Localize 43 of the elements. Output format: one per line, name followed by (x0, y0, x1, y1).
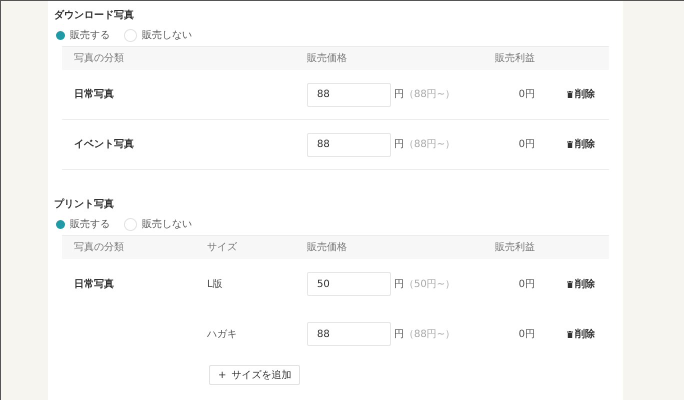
minimum-price-hint: （50円~） (404, 278, 456, 292)
price-field[interactable]: 88 (307, 322, 391, 346)
trash-icon (567, 91, 573, 98)
profit-value: 0円 (518, 328, 535, 342)
price-field[interactable]: 88 (307, 132, 391, 156)
delete-button[interactable]: 削除 (567, 276, 595, 292)
add-size-button[interactable]: + サイズを追加 (209, 365, 300, 385)
section-title: ダウンロード写真 (53, 8, 135, 23)
trash-icon (567, 280, 573, 288)
minimum-price-hint: （88円~） (404, 138, 456, 152)
column-header: 販売利益 (494, 240, 535, 255)
radio-option[interactable]: 販売する (56, 216, 110, 232)
delete-button[interactable]: 削除 (567, 137, 595, 152)
price-field[interactable]: 88 (307, 82, 391, 106)
radio-option[interactable]: 販売しない (124, 216, 192, 232)
profit-value: 0円 (518, 88, 535, 102)
unit-label: 円 (394, 138, 404, 152)
delete-button[interactable]: 削除 (567, 87, 595, 102)
profit-value: 0円 (518, 138, 535, 152)
price-field[interactable]: 50 (307, 272, 391, 296)
size-name: L版 (207, 278, 224, 292)
size-name: ハガキ (207, 328, 238, 342)
profit-value: 0円 (518, 278, 535, 292)
minimum-price-hint: （88円~） (404, 328, 456, 342)
column-header: 写真の分類 (74, 52, 125, 66)
section-title: プリント写真 (53, 197, 115, 212)
column-header: 販売利益 (494, 52, 535, 66)
unit-label: 円 (394, 88, 404, 102)
unit-label: 円 (394, 278, 404, 292)
trash-icon (567, 141, 573, 148)
column-header: 販売価格 (307, 240, 348, 255)
radio-option[interactable]: 販売する (56, 28, 110, 42)
radio-option[interactable]: 販売しない (124, 28, 192, 42)
column-header: 販売価格 (307, 52, 348, 66)
column-header: サイズ (207, 241, 238, 255)
trash-icon (567, 330, 573, 338)
category-name: 日常写真 (74, 278, 115, 292)
column-header: 写真の分類 (74, 240, 125, 255)
category-name: 日常写真 (74, 88, 115, 102)
unit-label: 円 (394, 328, 404, 342)
delete-button[interactable]: 削除 (567, 326, 595, 342)
minimum-price-hint: （88円~） (404, 88, 456, 102)
category-name: イベント写真 (74, 138, 135, 152)
